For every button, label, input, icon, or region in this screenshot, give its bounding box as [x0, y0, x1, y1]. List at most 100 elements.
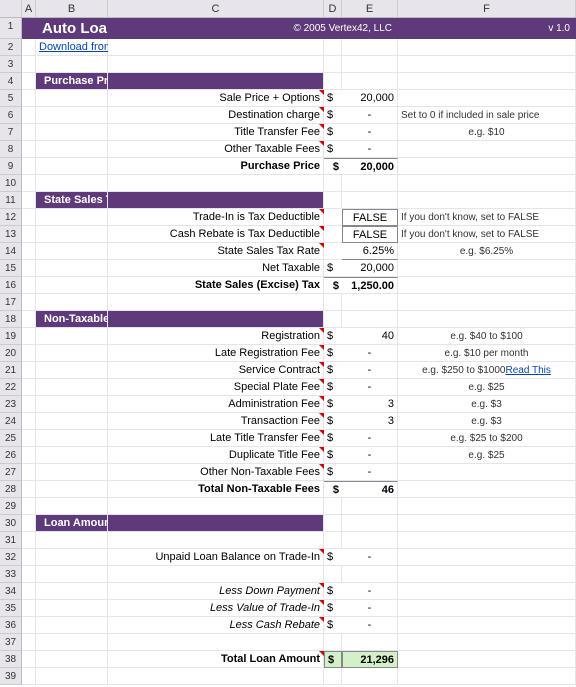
col-D[interactable]: D: [324, 0, 342, 17]
cell[interactable]: -: [342, 362, 398, 379]
cell[interactable]: $: [324, 447, 342, 464]
cell[interactable]: $: [324, 430, 342, 447]
row-30[interactable]: 30: [0, 515, 22, 532]
cell[interactable]: -: [342, 141, 398, 158]
row-37[interactable]: 37: [0, 634, 22, 651]
cell[interactable]: 3: [342, 396, 398, 413]
cell[interactable]: -: [342, 464, 398, 481]
read-this-link[interactable]: Read This: [506, 365, 551, 376]
row-14[interactable]: 14: [0, 243, 22, 260]
row-10[interactable]: 10: [0, 175, 22, 192]
cell[interactable]: -: [342, 124, 398, 141]
row-33[interactable]: 33: [0, 566, 22, 583]
note: e.g. $6.25%: [398, 243, 576, 260]
label-tax-rate: State Sales Tax Rate: [108, 243, 324, 260]
cell[interactable]: $: [324, 141, 342, 158]
row-36[interactable]: 36: [0, 617, 22, 634]
row-5[interactable]: 5: [0, 90, 22, 107]
cell[interactable]: 46: [342, 481, 398, 498]
row-4[interactable]: 4: [0, 73, 22, 90]
cell[interactable]: $: [324, 362, 342, 379]
cell[interactable]: $: [324, 124, 342, 141]
row-1[interactable]: 1: [0, 18, 22, 39]
row-32[interactable]: 32: [0, 549, 22, 566]
cell[interactable]: $: [324, 90, 342, 107]
col-C[interactable]: C: [108, 0, 324, 17]
cell[interactable]: 40: [342, 328, 398, 345]
cell[interactable]: -: [342, 430, 398, 447]
col-B[interactable]: B: [36, 0, 108, 17]
row-3[interactable]: 3: [0, 56, 22, 73]
cell[interactable]: FALSE: [342, 209, 398, 226]
row-2[interactable]: 2: [0, 39, 22, 56]
download-link[interactable]: Download from vertex42.com: [36, 39, 108, 56]
row-17[interactable]: 17: [0, 294, 22, 311]
row-22[interactable]: 22: [0, 379, 22, 396]
row-39[interactable]: 39: [0, 668, 22, 685]
cell[interactable]: -: [342, 107, 398, 124]
cell[interactable]: 3: [342, 413, 398, 430]
row-29[interactable]: 29: [0, 498, 22, 515]
cell[interactable]: $: [324, 158, 342, 175]
label-title-transfer: Title Transfer Fee: [108, 124, 324, 141]
cell[interactable]: -: [342, 600, 398, 617]
col-F[interactable]: F: [398, 0, 576, 17]
cell[interactable]: $: [324, 617, 342, 634]
cell[interactable]: -: [342, 345, 398, 362]
row-19[interactable]: 19: [0, 328, 22, 345]
row-8[interactable]: 8: [0, 141, 22, 158]
cell[interactable]: $: [324, 345, 342, 362]
cell[interactable]: $: [324, 260, 342, 277]
row-12[interactable]: 12: [0, 209, 22, 226]
cell[interactable]: $: [324, 464, 342, 481]
cell[interactable]: $: [324, 600, 342, 617]
row-35[interactable]: 35: [0, 600, 22, 617]
cell[interactable]: 20,000: [342, 90, 398, 107]
row-27[interactable]: 27: [0, 464, 22, 481]
cell[interactable]: $: [324, 651, 342, 668]
cell[interactable]: FALSE: [342, 226, 398, 243]
cell[interactable]: $: [324, 549, 342, 566]
cell[interactable]: 1,250.00: [342, 277, 398, 294]
row-16[interactable]: 16: [0, 277, 22, 294]
row-28[interactable]: 28: [0, 481, 22, 498]
row-21[interactable]: 21: [0, 362, 22, 379]
version: v 1.0: [398, 18, 576, 39]
cell[interactable]: 20,000: [342, 260, 398, 277]
row-25[interactable]: 25: [0, 430, 22, 447]
row-20[interactable]: 20: [0, 345, 22, 362]
cell[interactable]: $: [324, 328, 342, 345]
row-6[interactable]: 6: [0, 107, 22, 124]
row-7[interactable]: 7: [0, 124, 22, 141]
cell[interactable]: 6.25%: [342, 243, 398, 260]
cell[interactable]: $: [324, 396, 342, 413]
label-total-loan: Total Loan Amount: [108, 651, 324, 668]
cell[interactable]: $: [324, 583, 342, 600]
row-31[interactable]: 31: [0, 532, 22, 549]
row-23[interactable]: 23: [0, 396, 22, 413]
row-13[interactable]: 13: [0, 226, 22, 243]
cell[interactable]: -: [342, 549, 398, 566]
row-15[interactable]: 15: [0, 260, 22, 277]
cell[interactable]: -: [342, 379, 398, 396]
cell[interactable]: $: [324, 413, 342, 430]
cell[interactable]: $: [324, 107, 342, 124]
col-E[interactable]: E: [342, 0, 398, 17]
row-9[interactable]: 9: [0, 158, 22, 175]
cell[interactable]: -: [342, 583, 398, 600]
cell[interactable]: -: [342, 617, 398, 634]
col-A[interactable]: A: [22, 0, 36, 17]
row-34[interactable]: 34: [0, 583, 22, 600]
cell-total-loan[interactable]: 21,296: [342, 651, 398, 668]
row-38[interactable]: 38: [0, 651, 22, 668]
cell[interactable]: 20,000: [342, 158, 398, 175]
row-26[interactable]: 26: [0, 447, 22, 464]
cell[interactable]: $: [324, 481, 342, 498]
cell[interactable]: $: [324, 277, 342, 294]
cell[interactable]: $: [324, 379, 342, 396]
row-18[interactable]: 18: [0, 311, 22, 328]
label-unpaid-balance: Unpaid Loan Balance on Trade-In: [108, 549, 324, 566]
row-11[interactable]: 11: [0, 192, 22, 209]
row-24[interactable]: 24: [0, 413, 22, 430]
cell[interactable]: -: [342, 447, 398, 464]
